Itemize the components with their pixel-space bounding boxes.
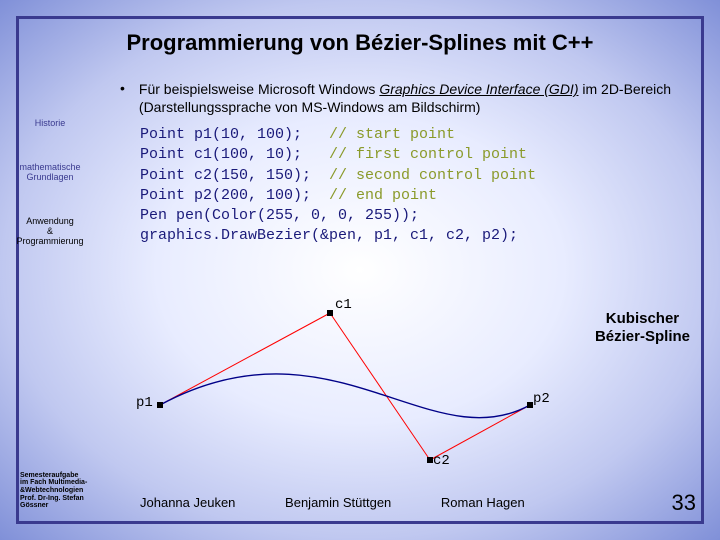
sidebar-item-anwendung[interactable]: Anwendung & Programmierung	[0, 208, 100, 254]
sidebar-item-grundlagen[interactable]: mathematische Grundlagen	[0, 154, 100, 190]
bezier-svg	[140, 295, 550, 470]
author-1: Johanna Jeuken	[140, 495, 235, 510]
slide-title: Programmierung von Bézier-Splines mit C+…	[0, 30, 720, 56]
author-3: Roman Hagen	[441, 495, 525, 510]
page-number: 33	[672, 490, 696, 516]
code-block: Point p1(10, 100); // start point Point …	[140, 125, 536, 247]
bezier-diagram: p1 c1 c2 p2	[140, 295, 550, 470]
sidebar: Historie mathematische Grundlagen Anwend…	[0, 110, 100, 510]
authors: Johanna Jeuken Benjamin Stüttgen Roman H…	[140, 495, 571, 510]
label-c1: c1	[335, 297, 352, 313]
diagram-caption: Kubischer Bézier-Spline	[595, 310, 690, 346]
bullet-dot: •	[120, 80, 125, 116]
bullet-item: • Für beispielsweise Microsoft Windows G…	[128, 80, 690, 116]
author-2: Benjamin Stüttgen	[285, 495, 391, 510]
label-c2: c2	[433, 453, 450, 469]
label-p1: p1	[136, 395, 153, 411]
label-p2: p2	[533, 391, 550, 407]
bullet-text: Für beispielsweise Microsoft Windows Gra…	[139, 80, 690, 116]
sidebar-item-historie[interactable]: Historie	[0, 110, 100, 136]
gdi-emphasis: Graphics Device Interface (GDI)	[379, 81, 578, 97]
corner-note: Semesteraufgabe im Fach Multimedia- &Web…	[20, 472, 110, 510]
